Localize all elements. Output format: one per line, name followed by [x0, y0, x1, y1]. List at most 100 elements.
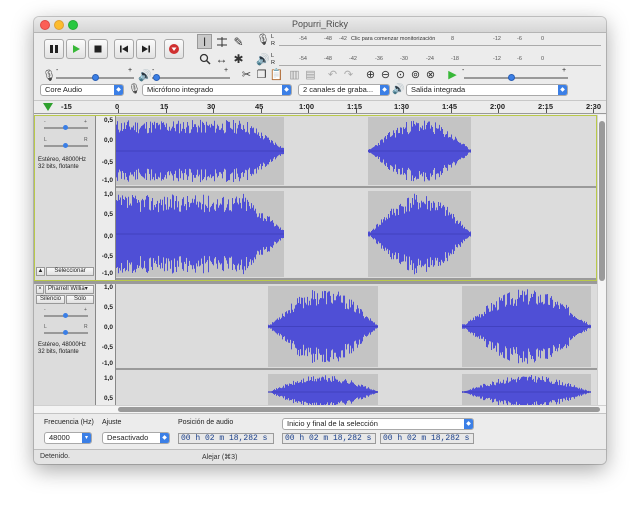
audio-position-label: Posición de audio [178, 419, 234, 426]
play-meter-channel-r: R [271, 60, 275, 66]
redo-icon[interactable]: ↷ [342, 68, 355, 81]
output-device-select[interactable]: Salida integrada ◆ [406, 84, 568, 96]
recording-channels-select[interactable]: 2 canales de graba... ◆ [298, 84, 390, 96]
project-rate-label: Frecuencia (Hz) [44, 419, 94, 426]
zoom-tool-icon[interactable] [197, 51, 212, 66]
record-icon [169, 44, 179, 54]
track-2-format-line2: 32 bits, flotante [38, 349, 79, 355]
track-2-pan-knob[interactable] [63, 330, 68, 335]
audio-track-2[interactable]: × Pharrell Willia▾ Silencio Solo - + L R… [34, 284, 597, 405]
snap-select[interactable]: Desactivado ◆ [102, 432, 170, 444]
track-2-waveform[interactable] [116, 284, 597, 405]
skip-to-end-button[interactable] [136, 39, 156, 59]
title-bar: Popurri_Ricky [34, 17, 606, 33]
track-1-gain-knob[interactable] [63, 125, 68, 130]
project-rate-select[interactable]: 48000 ▾ [44, 432, 92, 444]
microphone-volume-icon: 🎙 [42, 70, 56, 82]
play-icon [73, 45, 80, 53]
cut-icon[interactable]: ✂ [240, 68, 253, 81]
track-2-gain-knob[interactable] [63, 313, 68, 318]
trim-audio-icon[interactable]: ▥ [288, 68, 301, 81]
draw-tool-icon[interactable]: ✎ [231, 34, 246, 49]
track-2-close-icon[interactable]: × [36, 285, 44, 294]
track-2-control-panel[interactable]: × Pharrell Willia▾ Silencio Solo - + L R… [34, 284, 96, 405]
track-2-amplitude-ruler: 1,0 0,5 0,0 -0,5 -1,0 1,0 0,5 [96, 284, 116, 405]
track-2-name-menu[interactable]: Pharrell Willia▾ [45, 285, 94, 294]
track-2-solo-button[interactable]: Solo [66, 295, 94, 304]
zoom-toggle-icon[interactable]: ⊗ [424, 68, 437, 81]
track-2-mute-button[interactable]: Silencio [36, 295, 65, 304]
status-bar: Detenido. Alejar (⌘3) [34, 449, 606, 464]
window-title: Popurri_Ricky [291, 19, 349, 29]
audio-position-field[interactable]: 00 h 02 m 18,282 s [178, 433, 274, 444]
meter-channel-l: L [271, 34, 275, 40]
audio-host-select[interactable]: Core Audio ◆ [40, 84, 124, 96]
paste-icon[interactable]: 📋 [270, 68, 284, 81]
play-head-icon [43, 103, 53, 111]
silence-audio-icon[interactable]: ▤ [304, 68, 317, 81]
fit-project-icon[interactable]: ⊚ [409, 68, 422, 81]
track-1-waveform-graphic [116, 115, 597, 280]
track-1-collapse-icon[interactable]: ▲ [36, 267, 45, 276]
microphone-meter-icon[interactable]: 🎙 [256, 33, 270, 46]
tracks-area[interactable]: - + L R Estéreo, 48000Hz 32 bits, flotan… [34, 115, 597, 405]
audio-track-1[interactable]: - + L R Estéreo, 48000Hz 32 bits, flotan… [34, 115, 597, 281]
envelope-tool-icon[interactable] [214, 34, 229, 49]
horizontal-scroll-thumb[interactable] [118, 407, 600, 412]
selection-start-field[interactable]: 00 h 02 m 18,282 s [282, 433, 376, 444]
pause-icon [50, 45, 58, 53]
track-1-amplitude-ruler: 0,5 0,0 -0,5 -1,0 1,0 0,5 0,0 -0,5 -1,0 [96, 115, 116, 281]
zoom-out-icon[interactable]: ⊖ [379, 68, 392, 81]
speaker-meter-icon[interactable]: 🔊 [256, 53, 270, 66]
skip-to-end-icon [142, 45, 150, 53]
timeline-ruler[interactable]: -15 0 15 30 45 1:00 1:15 1:30 1:45 2:00 … [34, 101, 606, 114]
playback-volume-slider[interactable] [152, 77, 230, 79]
selection-range-mode-select[interactable]: Inicio y final de la selección ◆ [282, 418, 474, 430]
speaker-device-icon: 🔊 [392, 84, 405, 95]
device-toolbar: Core Audio ◆ 🎙 Micrófono integrado ◆ 2 can… [34, 84, 606, 98]
vertical-scrollbar[interactable] [597, 115, 606, 405]
vertical-scroll-thumb[interactable] [599, 121, 605, 281]
time-shift-tool-icon[interactable]: ↔ [214, 51, 229, 66]
track-2-waveform-graphic [116, 284, 597, 405]
audacity-window: Popurri_Ricky I ✎ ↔ ✱ 🎙 L R -54 -48 -42 … [34, 17, 606, 464]
playback-state-text: Detenido. [40, 453, 70, 460]
zoom-in-icon[interactable]: ⊕ [364, 68, 377, 81]
selection-tool-icon[interactable]: I [197, 34, 212, 49]
meter-channel-r: R [271, 41, 275, 47]
playback-meter[interactable]: -54 -48 -42 -36 -30 -24 -18 -12 -6 0 [279, 55, 601, 67]
track-1-format-line1: Estéreo, 48000Hz [38, 157, 87, 163]
main-toolbar: I ✎ ↔ ✱ 🎙 L R -54 -48 -42 Clic para come… [34, 33, 606, 101]
snap-label: Ajuste [102, 419, 122, 426]
stop-button[interactable] [88, 39, 108, 59]
play-at-speed-icon[interactable]: ▶ [446, 68, 459, 81]
speaker-volume-icon: 🔊 [138, 70, 152, 82]
track-1-pan-knob[interactable] [63, 143, 68, 148]
stop-icon [94, 45, 102, 53]
track-1-format-line2: 32 bits, flotante [38, 164, 79, 170]
record-button[interactable] [164, 39, 184, 59]
pause-button[interactable] [44, 39, 64, 59]
track-1-waveform[interactable] [116, 115, 597, 281]
play-at-speed-slider[interactable] [464, 77, 568, 79]
skip-to-start-button[interactable] [114, 39, 134, 59]
fit-selection-icon[interactable]: ⊙ [394, 68, 407, 81]
track-1-control-panel[interactable]: - + L R Estéreo, 48000Hz 32 bits, flotan… [34, 115, 96, 281]
recording-volume-knob[interactable] [92, 74, 99, 81]
track-2-format-line1: Estéreo, 48000Hz [38, 342, 87, 348]
record-meter[interactable]: -54 -48 -42 Clic para comenzar monitoriz… [279, 35, 601, 47]
play-at-speed-knob[interactable] [508, 74, 515, 81]
copy-icon[interactable]: ❐ [255, 68, 268, 81]
undo-icon[interactable]: ↶ [326, 68, 339, 81]
input-device-select[interactable]: Micrófono integrado ◆ [142, 84, 292, 96]
selection-end-field[interactable]: 00 h 02 m 18,282 s [380, 433, 474, 444]
skip-to-start-icon [120, 45, 128, 53]
microphone-device-icon: 🎙 [128, 84, 141, 95]
track-1-select-button[interactable]: Seleccionar [46, 267, 94, 276]
status-hint-text: Alejar (⌘3) [202, 454, 238, 461]
play-button[interactable] [66, 39, 86, 59]
selection-toolbar: Frecuencia (Hz) 48000 ▾ Ajuste Desactivad… [34, 413, 606, 449]
playback-volume-knob[interactable] [153, 74, 160, 81]
horizontal-scrollbar[interactable] [34, 405, 606, 413]
multi-tool-icon[interactable]: ✱ [231, 51, 246, 66]
